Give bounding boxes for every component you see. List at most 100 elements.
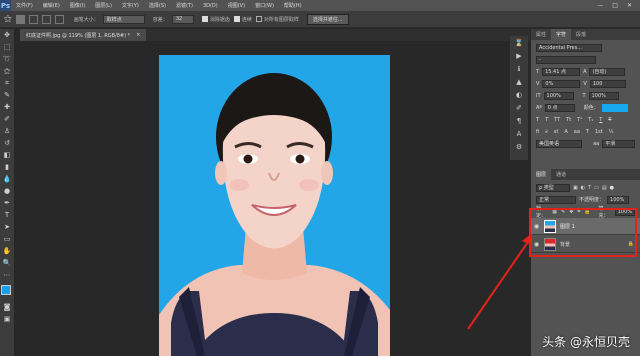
pen-tool-icon[interactable]: ✒ — [0, 197, 14, 209]
type-tool-icon[interactable]: T — [0, 209, 14, 221]
document-canvas[interactable] — [159, 55, 390, 356]
filter-pixel-icon[interactable]: ▣ — [573, 185, 578, 191]
more-tools-icon[interactable]: ⋯ — [0, 269, 14, 281]
layer-filter-select[interactable]: ρ 类型 — [536, 183, 570, 192]
adjustments-panel-icon[interactable]: ◐ — [510, 88, 528, 101]
titling-icon[interactable]: A — [564, 129, 567, 135]
filter-toggle-icon[interactable]: ● — [610, 185, 614, 191]
menu-type[interactable]: 文字(Y) — [117, 2, 144, 9]
tracking-input[interactable]: 100 — [589, 79, 626, 88]
quick-select-tool-icon[interactable]: ⚝ — [0, 65, 14, 77]
leading-input[interactable]: (自动) — [589, 67, 626, 76]
gradient-tool-icon[interactable]: ▮ — [0, 161, 14, 173]
ordinals-icon[interactable]: aa — [574, 129, 580, 135]
properties-panel-icon[interactable]: ℹ — [510, 62, 528, 75]
subtract-selection-icon[interactable] — [41, 14, 51, 24]
kerning-input[interactable]: 0% — [542, 79, 581, 88]
blur-tool-icon[interactable]: 💧 — [0, 173, 14, 185]
actions-panel-icon[interactable]: ▶ — [510, 49, 528, 62]
sample-size-select[interactable]: 取样点 — [102, 14, 145, 24]
history-panel-icon[interactable]: ⌛ — [510, 36, 528, 49]
fraction-icon[interactable]: ½ — [609, 129, 614, 135]
stylistic-icon[interactable]: 1st — [595, 129, 603, 135]
strikethrough-icon[interactable]: T — [608, 117, 611, 123]
brush-tool-icon[interactable]: ✐ — [0, 113, 14, 125]
swash-icon[interactable]: st — [554, 129, 559, 135]
dodge-tool-icon[interactable]: ● — [0, 185, 14, 197]
superscript-icon[interactable]: T¹ — [577, 117, 582, 123]
oldstyle-icon[interactable]: ∂ — [545, 129, 548, 135]
filter-adjust-icon[interactable]: ◐ — [581, 185, 585, 191]
menu-file[interactable]: 文件(F) — [11, 2, 38, 9]
all-layers-checkbox[interactable]: 对所有图层取样 — [255, 16, 299, 23]
baseline-shift-input[interactable]: 0 点 — [544, 103, 575, 112]
close-window-button[interactable]: ✕ — [627, 2, 632, 9]
filter-smart-icon[interactable]: ▤ — [602, 185, 607, 191]
glyphs-panel-icon[interactable]: ⚙ — [510, 140, 528, 153]
lasso-tool-icon[interactable]: ➰ — [0, 53, 14, 65]
blend-mode-select[interactable]: 正常 — [536, 195, 576, 204]
opacity-input[interactable]: 100% — [607, 195, 630, 204]
filter-shape-icon[interactable]: ▭ — [594, 185, 599, 191]
underline-icon[interactable]: T — [599, 117, 602, 123]
menu-help[interactable]: 帮助(H) — [279, 2, 307, 9]
close-tab-icon[interactable]: × — [136, 32, 140, 38]
menu-image[interactable]: 图像(I) — [65, 2, 90, 9]
maximize-button[interactable]: □ — [612, 2, 618, 9]
fractions-icon[interactable]: T — [586, 129, 589, 135]
tab-channels[interactable]: 通道 — [551, 169, 571, 180]
select-and-mask-button[interactable]: 选择并遮住... — [306, 13, 349, 25]
eyedropper-tool-icon[interactable]: ✎ — [0, 89, 14, 101]
text-color-swatch[interactable] — [601, 103, 628, 112]
faux-bold-icon[interactable]: T — [536, 117, 539, 123]
small-caps-icon[interactable]: Tt — [566, 117, 571, 123]
color-swatches[interactable] — [0, 281, 15, 301]
foreground-color-swatch[interactable] — [1, 285, 11, 295]
faux-italic-icon[interactable]: T — [545, 117, 548, 123]
ligature-icon[interactable]: fi — [536, 129, 539, 135]
paint-bucket-icon[interactable]: ▲ — [510, 75, 528, 88]
new-selection-icon[interactable] — [15, 14, 25, 24]
tab-paragraph[interactable]: 段落 — [571, 29, 591, 40]
stamp-tool-icon[interactable]: ♙ — [0, 125, 14, 137]
tab-layers[interactable]: 图层 — [531, 169, 552, 180]
shape-tool-icon[interactable]: ▭ — [0, 233, 14, 245]
subscript-icon[interactable]: T₁ — [588, 117, 593, 123]
menu-layer[interactable]: 图层(L) — [90, 2, 117, 9]
menu-filter[interactable]: 滤镜(T) — [171, 2, 198, 9]
antialias-select[interactable]: 平滑 — [602, 139, 635, 148]
marquee-tool-icon[interactable]: ⬚ — [0, 41, 14, 53]
paragraph-panel-icon[interactable]: ¶ — [510, 114, 528, 127]
crop-tool-icon[interactable]: ⌗ — [0, 77, 14, 89]
eraser-tool-icon[interactable]: ◧ — [0, 149, 14, 161]
font-size-input[interactable]: 15.41 点 — [542, 67, 581, 76]
menu-edit[interactable]: 编辑(E) — [38, 2, 65, 9]
menu-view[interactable]: 视图(V) — [223, 2, 250, 9]
document-tab[interactable]: 红底证件照.jpg @ 119% (图层 1, RGB/8#) * × — [20, 29, 147, 41]
tolerance-input[interactable]: 32 — [171, 14, 194, 24]
move-tool-icon[interactable]: ✥ — [0, 29, 14, 41]
language-select[interactable]: 美国英语 — [536, 139, 583, 148]
horizontal-scale-input[interactable]: 100% — [588, 91, 619, 100]
hand-tool-icon[interactable]: ✋ — [0, 245, 14, 257]
all-caps-icon[interactable]: TT — [554, 117, 560, 123]
antialias-checkbox[interactable]: 消除锯齿 — [201, 16, 230, 23]
healing-tool-icon[interactable]: ✚ — [0, 101, 14, 113]
tab-properties[interactable]: 属性 — [531, 29, 551, 40]
font-style-select[interactable]: - — [536, 55, 596, 64]
screen-mode-icon[interactable]: ▣ — [0, 313, 14, 325]
zoom-tool-icon[interactable]: 🔍 — [0, 257, 14, 269]
tab-character[interactable]: 字符 — [551, 29, 572, 40]
history-brush-icon[interactable]: ↺ — [0, 137, 14, 149]
contiguous-checkbox[interactable]: 连续 — [233, 16, 252, 23]
menu-3d[interactable]: 3D(D) — [198, 3, 223, 9]
font-family-select[interactable]: Accidental Pres... — [536, 43, 602, 52]
filter-type-icon[interactable]: T — [588, 185, 591, 191]
menu-window[interactable]: 窗口(W) — [250, 2, 279, 9]
add-selection-icon[interactable] — [28, 14, 38, 24]
character-panel-icon[interactable]: A — [510, 127, 528, 140]
menu-select[interactable]: 选择(S) — [144, 2, 171, 9]
magic-wand-icon[interactable]: ⚝ — [4, 14, 12, 24]
quick-mask-icon[interactable]: ◙ — [0, 301, 14, 313]
brush-settings-icon[interactable]: ✐ — [510, 101, 528, 114]
